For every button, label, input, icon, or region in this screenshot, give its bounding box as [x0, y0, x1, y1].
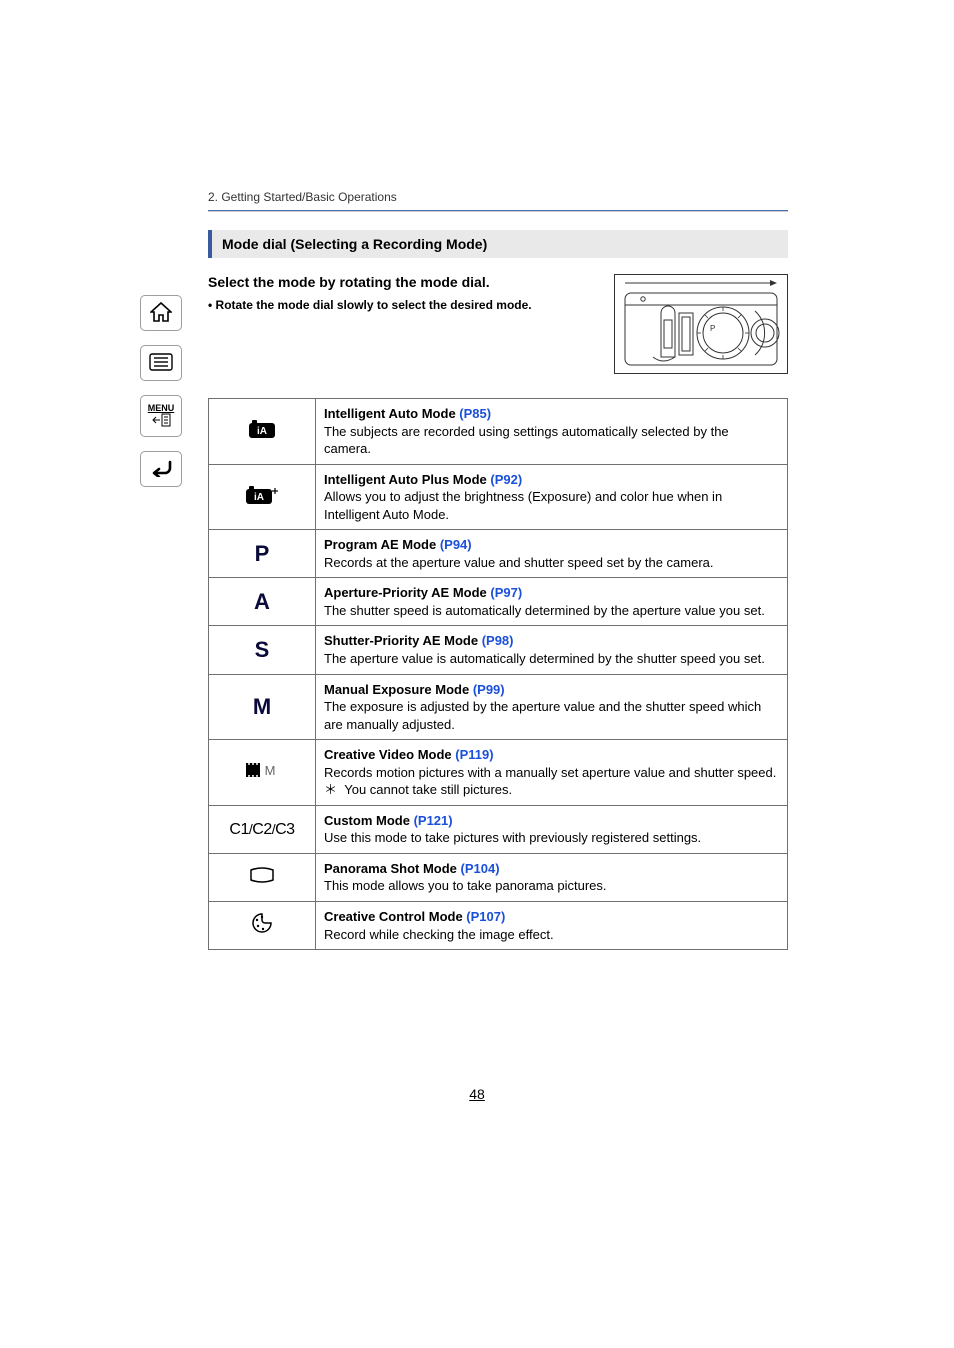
- table-row: iA Intelligent Auto Mode (P85) The subje…: [209, 399, 788, 465]
- panorama-icon: [249, 871, 275, 886]
- table-row: Creative Control Mode (P107) Record whil…: [209, 902, 788, 950]
- breadcrumb: 2. Getting Started/Basic Operations: [208, 190, 788, 204]
- mode-title: Shutter-Priority AE Mode: [324, 633, 482, 648]
- back-button[interactable]: [140, 451, 182, 487]
- p-icon: P: [255, 541, 270, 566]
- svg-text:P: P: [710, 324, 715, 333]
- svg-text:iA: iA: [257, 426, 267, 437]
- table-row: C1/C2/C3 Custom Mode (P121) Use this mod…: [209, 805, 788, 853]
- table-row: M Manual Exposure Mode (P99) The exposur…: [209, 674, 788, 740]
- custom-icon: C1/C2/C3: [229, 821, 294, 838]
- table-row: S Shutter-Priority AE Mode (P98) The ape…: [209, 626, 788, 674]
- mode-title: Creative Control Mode: [324, 909, 466, 924]
- page-link[interactable]: (P94): [440, 537, 472, 552]
- page-link[interactable]: (P85): [459, 406, 491, 421]
- s-icon: S: [255, 637, 270, 662]
- intro-lead: Select the mode by rotating the mode dia…: [208, 274, 594, 290]
- modes-table: iA Intelligent Auto Mode (P85) The subje…: [208, 398, 788, 950]
- table-row: A Aperture-Priority AE Mode (P97) The sh…: [209, 578, 788, 626]
- table-row: Panorama Shot Mode (P104) This mode allo…: [209, 853, 788, 901]
- list-icon: [149, 353, 173, 374]
- mode-title: Custom Mode: [324, 813, 414, 828]
- mode-desc: This mode allows you to take panorama pi…: [324, 878, 607, 893]
- page-link[interactable]: (P97): [490, 585, 522, 600]
- mode-desc: The subjects are recorded using settings…: [324, 424, 729, 457]
- page-link[interactable]: (P107): [466, 909, 505, 924]
- mode-desc: Allows you to adjust the brightness (Exp…: [324, 489, 722, 522]
- list-button[interactable]: [140, 345, 182, 381]
- menu-icon: [151, 413, 171, 430]
- menu-label: MENU: [148, 403, 175, 413]
- svg-text:iA: iA: [254, 492, 264, 503]
- table-row: P Program AE Mode (P94) Records at the a…: [209, 530, 788, 578]
- ia-icon: iA: [248, 427, 276, 442]
- intro-bullet: • Rotate the mode dial slowly to select …: [208, 298, 594, 312]
- mode-desc: Records motion pictures with a manually …: [324, 765, 776, 780]
- mode-desc: The shutter speed is automatically deter…: [324, 603, 765, 618]
- mode-title: Aperture-Priority AE Mode: [324, 585, 490, 600]
- page-link[interactable]: (P104): [461, 861, 500, 876]
- mode-desc: Records at the aperture value and shutte…: [324, 555, 714, 570]
- table-row: M Creative Video Mode (P119) Records mot…: [209, 740, 788, 806]
- page-link[interactable]: (P92): [490, 472, 522, 487]
- mode-title: Intelligent Auto Plus Mode: [324, 472, 490, 487]
- mode-desc: Use this mode to take pictures with prev…: [324, 830, 701, 845]
- mode-desc: The aperture value is automatically dete…: [324, 651, 765, 666]
- note-star: ＊: [324, 782, 344, 797]
- m-icon: M: [253, 694, 271, 719]
- page-link[interactable]: (P99): [473, 682, 505, 697]
- page-link[interactable]: (P121): [414, 813, 453, 828]
- mode-title: Manual Exposure Mode: [324, 682, 473, 697]
- mode-desc: The exposure is adjusted by the aperture…: [324, 699, 761, 732]
- mode-dial-illustration: P: [614, 274, 788, 374]
- mode-title: Creative Video Mode: [324, 747, 455, 762]
- page-link[interactable]: (P119): [455, 747, 493, 762]
- mode-note: You cannot take still pictures.: [344, 782, 512, 797]
- mode-desc: Record while checking the image effect.: [324, 927, 554, 942]
- a-icon: A: [254, 589, 270, 614]
- home-icon: [150, 302, 172, 325]
- home-button[interactable]: [140, 295, 182, 331]
- mode-title: Panorama Shot Mode: [324, 861, 461, 876]
- ia-plus-icon: iA: [245, 493, 279, 508]
- creative-control-icon: [251, 922, 273, 937]
- table-row: iA Intelligent Auto Plus Mode (P92) Allo…: [209, 464, 788, 530]
- mode-title: Program AE Mode: [324, 537, 440, 552]
- top-rule: [208, 210, 788, 212]
- sidebar: MENU: [140, 295, 182, 487]
- page-number[interactable]: 48: [0, 1086, 954, 1102]
- page-link[interactable]: (P98): [482, 633, 514, 648]
- main-content: 2. Getting Started/Basic Operations Mode…: [208, 190, 788, 950]
- menu-button[interactable]: MENU: [140, 395, 182, 437]
- video-m-icon: M: [245, 766, 279, 781]
- svg-text:M: M: [265, 763, 276, 778]
- section-title: Mode dial (Selecting a Recording Mode): [208, 230, 788, 258]
- back-icon: [150, 459, 172, 480]
- mode-title: Intelligent Auto Mode: [324, 406, 459, 421]
